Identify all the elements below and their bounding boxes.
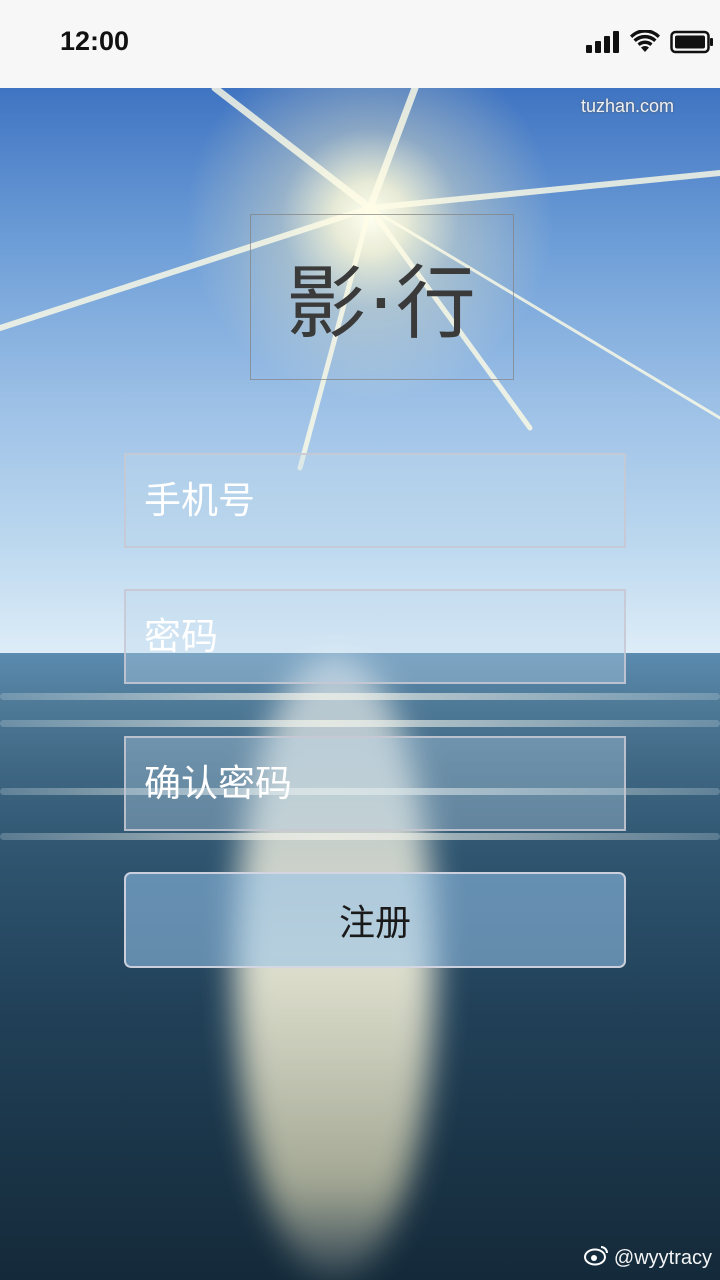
register-button[interactable]: 注册 xyxy=(124,872,626,968)
watermark-top: tuzhan.com xyxy=(580,96,674,116)
wifi-icon xyxy=(630,29,660,58)
confirm-password-input[interactable] xyxy=(126,738,624,829)
weibo-icon xyxy=(583,1244,610,1272)
register-label: 注册 xyxy=(338,903,411,944)
status-time: 12:00 xyxy=(60,26,130,56)
watermark-bottom-text: @wyytracy xyxy=(613,1246,712,1269)
status-bar: 12:00 xyxy=(0,0,720,88)
cellular-signal-icon xyxy=(586,31,620,57)
app-logo: 影·行 xyxy=(250,214,514,380)
confirm-password-field xyxy=(124,736,626,831)
wave xyxy=(0,720,720,727)
password-input[interactable] xyxy=(126,591,624,682)
logo-text: 影·行 xyxy=(286,257,478,350)
phone-field xyxy=(124,453,626,548)
wave xyxy=(0,693,720,700)
battery-icon xyxy=(670,30,714,58)
password-field xyxy=(124,589,626,684)
status-icons xyxy=(576,29,714,58)
wave xyxy=(0,833,720,840)
register-screen: 12:00 tuzhan.com 影·行 手机号 注册 @wyytracy xyxy=(0,0,720,1280)
watermark-bottom: @wyytracy xyxy=(583,1244,712,1272)
phone-input[interactable] xyxy=(126,455,624,546)
